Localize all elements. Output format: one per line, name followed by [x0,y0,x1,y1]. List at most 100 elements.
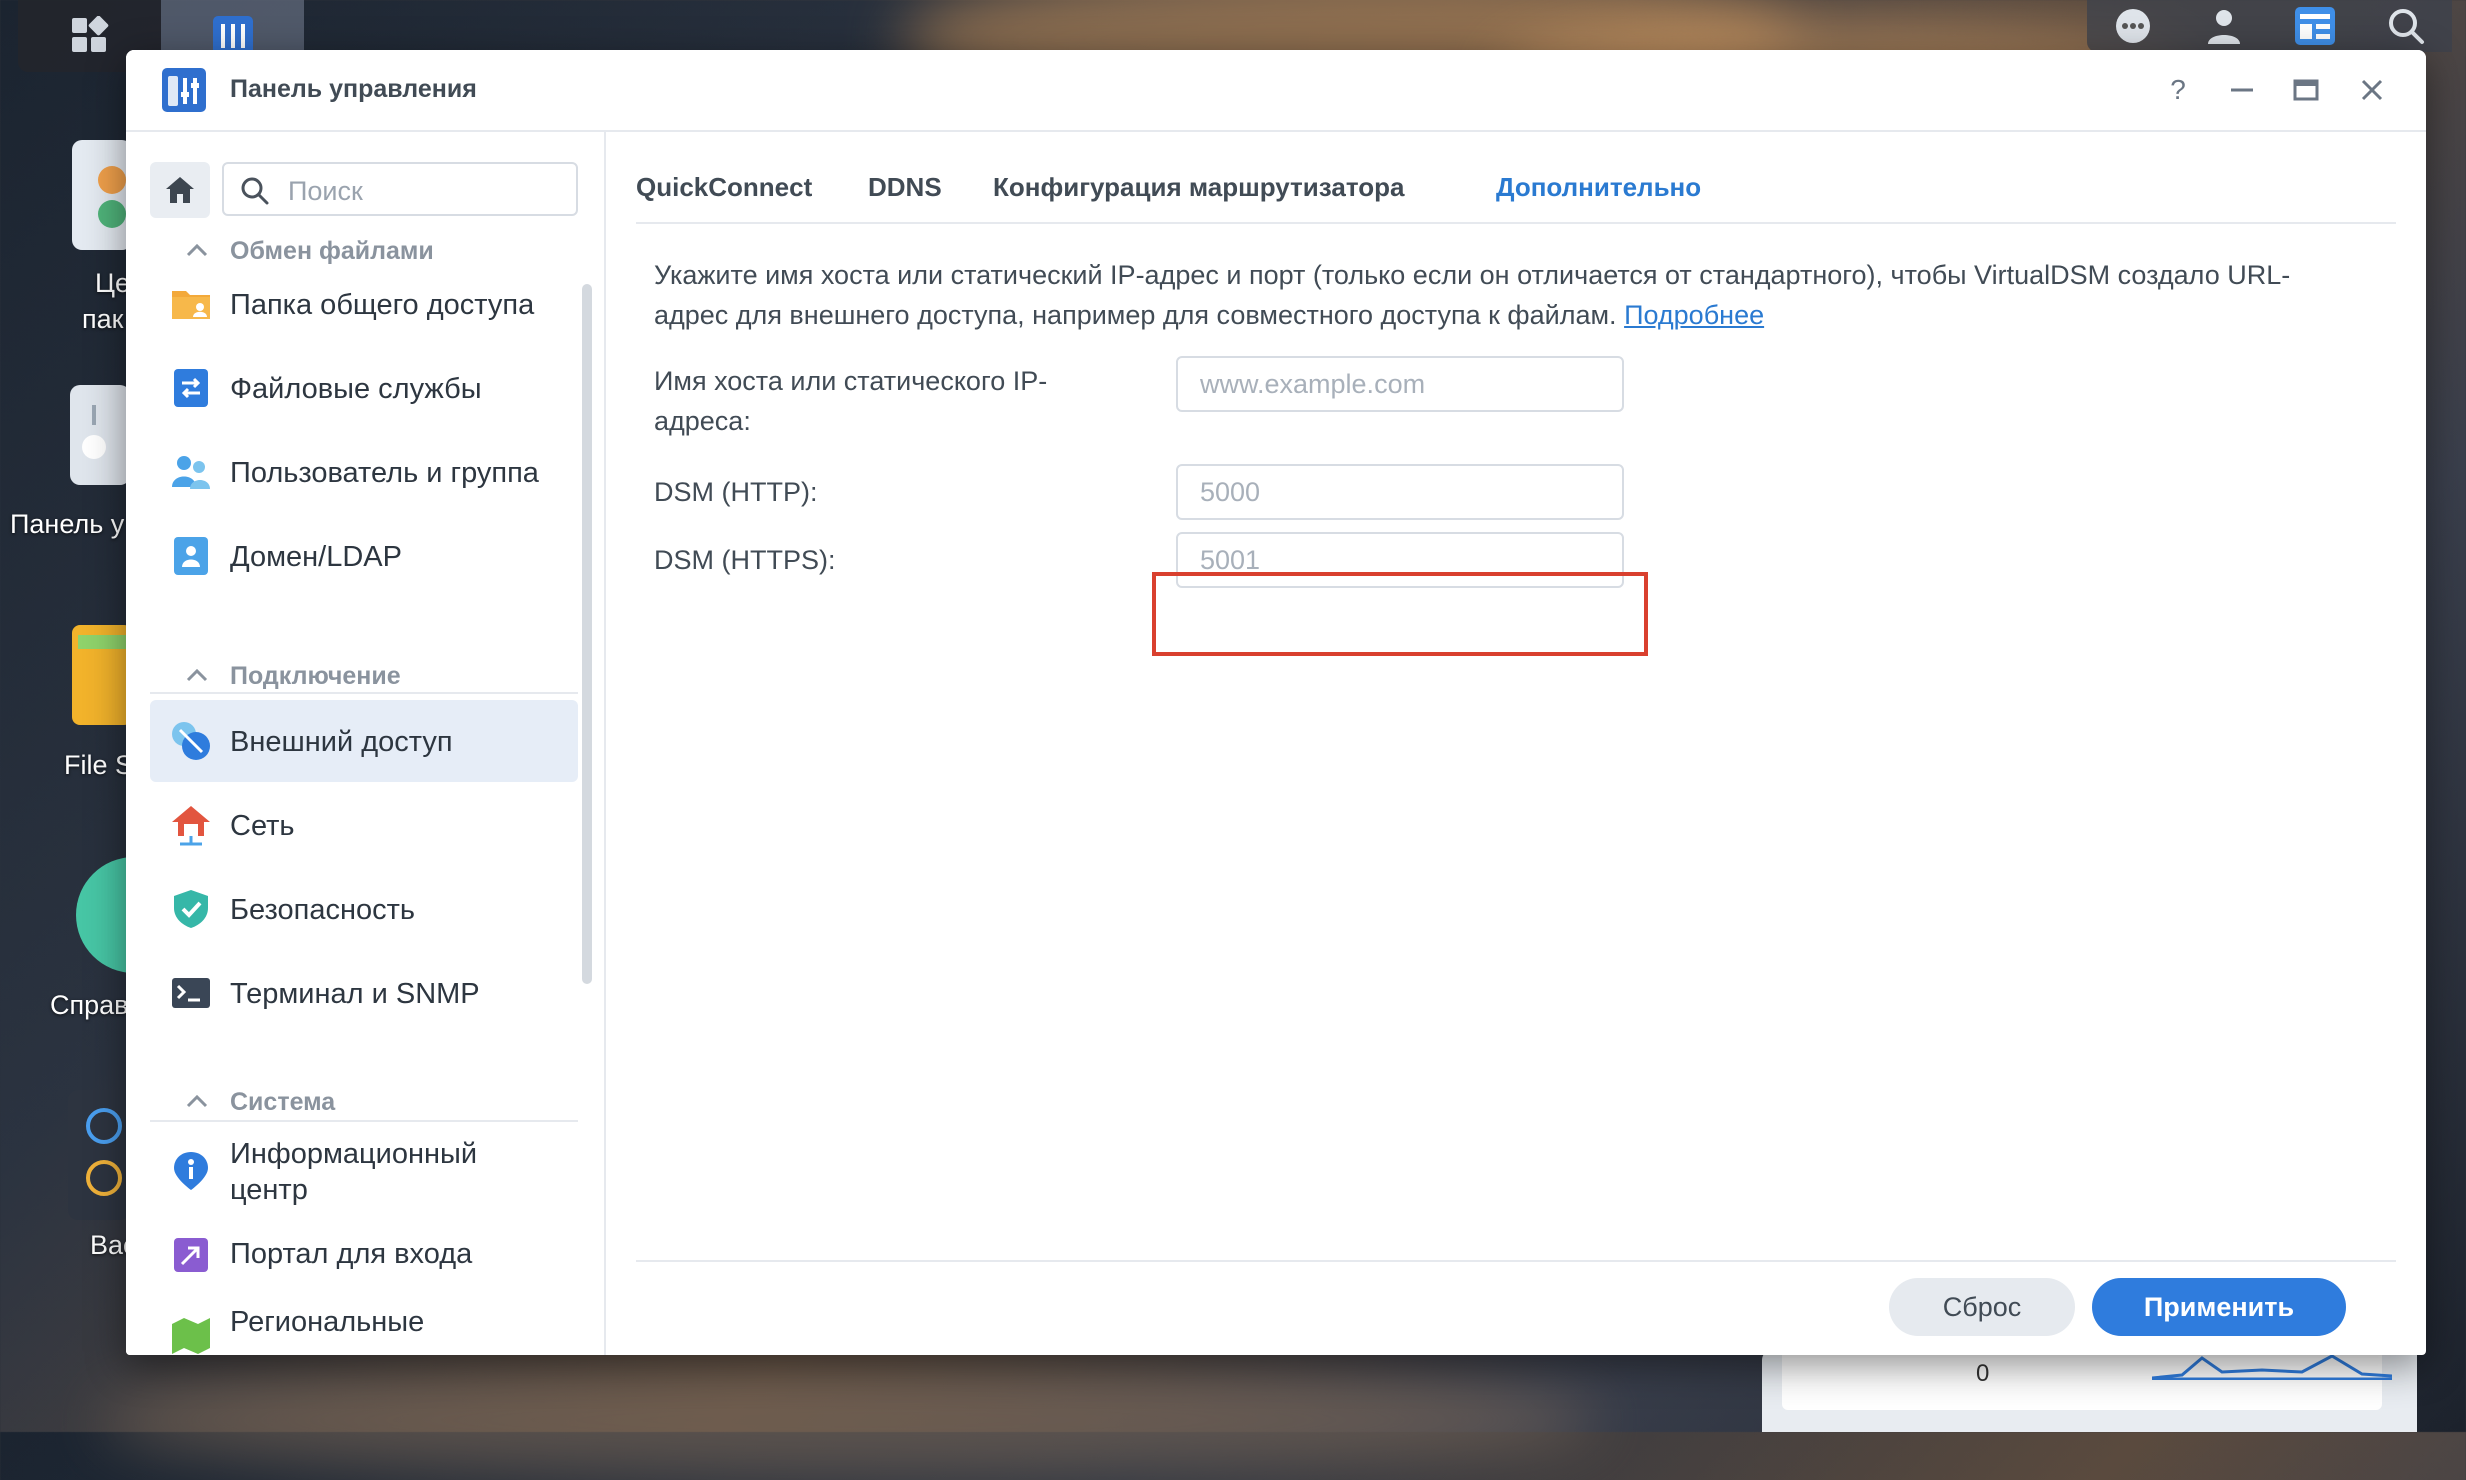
shared-folder-icon [172,291,210,319]
chat-icon [2115,9,2150,43]
sidebar-item-label: Терминал и SNMP [230,978,480,1010]
widget-axis-value: 0 [1976,1360,1990,1387]
help-button[interactable]: ? [2158,70,2198,110]
apply-button[interactable]: Применить [2092,1278,2346,1336]
sidebar-item-label: Безопасность [230,894,415,926]
regional-options-icon [172,1318,210,1354]
sidebar-item-label: Региональные [230,1306,425,1338]
file-services-icon [174,369,208,407]
chevron-up-icon [186,668,208,682]
sidebar-item-label: Пользователь и группа [230,457,539,489]
sidebar-item-label: Домен/LDAP [230,541,402,573]
folder-icon [72,625,132,725]
help-icon: ? [2170,74,2186,105]
section-connectivity[interactable]: Подключение [126,652,604,700]
chevron-up-icon [186,1094,208,1108]
window-title: Панель управления [230,75,477,103]
resource-monitor-widget: 0 [1762,1350,2417,1432]
package-center-icon [72,140,132,250]
sidebar-scrollbar[interactable] [582,284,592,984]
grid-icon [71,16,108,52]
sidebar-item-user-group[interactable]: Пользователь и группа [150,431,578,513]
desktop-icon-label: пак [82,304,124,334]
main-content: QuickConnect DDNS Конфигурация маршрутиз… [606,132,2426,1355]
desktop-icon-package-center[interactable]: Це пак [0,140,132,340]
sidebar-item-terminal-snmp[interactable]: Терминал и SNMP [150,952,578,1034]
security-shield-icon [174,890,208,928]
sidebar-item-file-services[interactable]: Файловые службы [150,347,578,429]
dsm-http-field [1176,464,1624,520]
more-info-link[interactable]: Подробнее [1624,300,1764,330]
desktop-icon-label: Панель у [10,509,125,539]
desktop-icon-label: File S [64,750,134,780]
chat-button[interactable] [2111,4,2155,48]
user-icon [2207,10,2240,44]
window-titlebar[interactable]: Панель управления ? [126,50,2426,132]
sidebar-search [222,162,578,216]
sidebar-item-login-portal[interactable]: Портал для входа [150,1220,578,1290]
tab-quickconnect[interactable]: QuickConnect [636,172,812,203]
desktop-icon-label: Це [95,268,130,298]
info-center-icon [174,1152,208,1190]
sidebar-item-info-center[interactable]: Информационный центр [150,1132,578,1208]
desktop-icon-backup[interactable]: Bac [0,1090,137,1260]
sidebar-item-label: Портал для входа [230,1238,473,1270]
control-panel-icon [70,385,130,485]
footer-divider [636,1260,2396,1262]
minimize-button[interactable] [2222,70,2262,110]
search-button[interactable] [2384,4,2428,48]
sidebar-item-domain-ldap[interactable]: Домен/LDAP [150,515,578,597]
taskbar-right [2087,0,2452,52]
sidebar-item-label: Сеть [230,810,295,842]
close-icon [2361,79,2383,101]
reset-button[interactable]: Сброс [1889,1278,2075,1336]
hostname-label: Имя хоста или статического IP-адреса: [654,366,1048,436]
chevron-up-icon [186,243,208,257]
section-title: Подключение [230,661,401,690]
desktop-icon-label: Справ [50,990,129,1020]
terminal-icon [172,978,210,1008]
sidebar: Обмен файлами Папка общего доступа Файло… [126,132,606,1355]
desktop-icon-control-panel[interactable]: Панель у [0,385,130,555]
search-icon [241,177,269,205]
control-panel-icon [162,68,206,112]
sidebar-item-label: Файловые службы [230,373,482,405]
user-group-icon [172,456,210,489]
home-button[interactable] [150,162,210,218]
maximize-button[interactable] [2286,70,2326,110]
section-system[interactable]: Система [126,1078,604,1126]
help-icon [76,857,134,973]
sidebar-item-label: Информационный центр [230,1138,478,1206]
dsm-https-label: DSM (HTTPS): [654,545,836,575]
sidebar-item-external-access[interactable]: Внешний доступ [150,700,578,782]
description: Укажите имя хоста или статический IP-адр… [654,260,2291,330]
wallpaper-streak [100,1360,1600,1480]
widgets-button[interactable] [2293,4,2337,48]
widget-chart-area: 0 [1782,1350,2392,1410]
sidebar-item-network[interactable]: Сеть [150,784,578,866]
section-title: Обмен файлами [230,236,434,265]
tab-router-configuration[interactable]: Конфигурация маршрутизатора [993,172,1404,203]
hostname-input[interactable] [1178,358,1622,410]
widgets-icon [2295,7,2336,45]
section-title: Система [230,1087,336,1116]
search-input[interactable] [286,172,560,210]
sidebar-item-shared-folder[interactable]: Папка общего доступа [150,263,578,345]
desktop-icon-help[interactable]: Справ [0,855,134,1025]
desktop-icon-file-station[interactable]: File S [0,625,133,785]
tab-advanced[interactable]: Дополнительно [1496,172,1701,203]
tab-bar: QuickConnect DDNS Конфигурация маршрутиз… [636,132,2396,224]
tab-ddns[interactable]: DDNS [868,172,942,203]
sidebar-item-label: Внешний доступ [230,726,453,758]
close-button[interactable] [2352,70,2392,110]
description-text: Укажите имя хоста или статический IP-адр… [654,255,2364,335]
home-icon [166,177,194,203]
network-icon [172,806,210,846]
login-portal-icon [174,1238,208,1272]
sidebar-item-regional-options[interactable]: Региональные [150,1288,578,1355]
control-panel-window: Панель управления ? Обмен файлами Папка … [126,50,2426,1355]
user-button[interactable] [2202,4,2246,48]
sidebar-item-security[interactable]: Безопасность [150,868,578,950]
minimize-icon [2231,88,2253,92]
dsm-http-port-input[interactable] [1178,466,1622,518]
